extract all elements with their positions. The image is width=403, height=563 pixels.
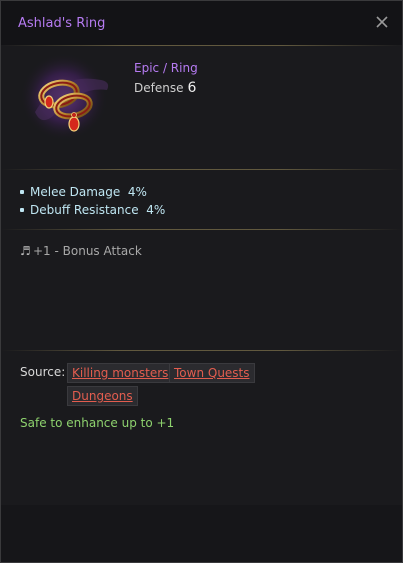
item-title: Ashlad's Ring <box>18 16 106 31</box>
source-link-dungeons[interactable]: Dungeons <box>67 386 138 406</box>
divider <box>1 229 402 230</box>
footer-area <box>1 505 402 562</box>
divider <box>1 169 402 170</box>
defense-value: 6 <box>187 80 197 96</box>
stat-text: Melee Damage 4% <box>30 185 147 199</box>
defense-stat: Defense 6 <box>134 80 196 96</box>
title-bar: Ashlad's Ring <box>1 1 402 45</box>
source-link-killing-monsters[interactable]: Killing monsters <box>67 363 174 383</box>
bonus-line: ♬ +1 - Bonus Attack <box>20 244 142 258</box>
divider <box>1 45 402 46</box>
bonus-text: +1 - Bonus Attack <box>33 244 142 258</box>
ring-icon <box>19 52 109 142</box>
stat-text: Debuff Resistance 4% <box>30 203 166 217</box>
source-link-town-quests[interactable]: Town Quests <box>169 363 255 383</box>
music-note-icon: ♬ <box>20 244 31 258</box>
stat-list: Melee Damage 4% Debuff Resistance 4% <box>20 183 165 219</box>
divider <box>1 350 402 351</box>
item-grade-type: Epic / Ring <box>134 61 198 75</box>
stat-line: Debuff Resistance 4% <box>20 201 165 219</box>
item-tooltip-panel: Ashlad's Ring Epic / Ring Defense 6 Mele… <box>0 0 403 563</box>
source-label: Source: <box>20 365 66 379</box>
bullet-icon <box>20 207 24 212</box>
close-icon[interactable] <box>374 14 390 30</box>
bullet-icon <box>20 189 24 194</box>
enhance-info: Safe to enhance up to +1 <box>20 416 175 430</box>
stat-line: Melee Damage 4% <box>20 183 165 201</box>
defense-label: Defense <box>134 81 184 95</box>
